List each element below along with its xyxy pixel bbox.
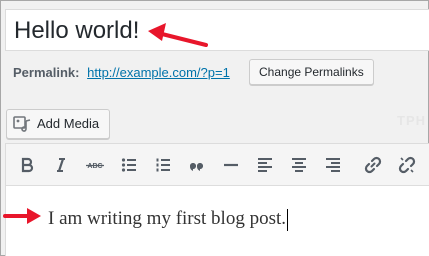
- unlink-icon: [398, 156, 416, 174]
- post-content-line: I am writing my first blog post.: [48, 208, 287, 229]
- italic-icon: [57, 158, 65, 172]
- watermark: TPH: [397, 113, 426, 128]
- post-title-input[interactable]: Hello world!: [14, 14, 139, 48]
- bold-button[interactable]: [14, 152, 40, 178]
- align-center-button[interactable]: [286, 152, 312, 178]
- strikethrough-button[interactable]: ABC: [82, 152, 108, 178]
- add-media-label: Add Media: [37, 116, 100, 131]
- content-editor[interactable]: ABC I am writing my first blog post.: [5, 143, 429, 256]
- numbered-list-button[interactable]: [150, 152, 176, 178]
- align-center-icon: [292, 158, 306, 172]
- link-icon: [364, 156, 382, 174]
- blockquote-button[interactable]: [184, 152, 210, 178]
- editor-toolbar: ABC: [6, 144, 429, 186]
- add-media-button[interactable]: Add Media: [6, 109, 111, 139]
- bulleted-list-icon: [121, 158, 136, 172]
- svg-text:ABC: ABC: [87, 163, 102, 170]
- align-left-button[interactable]: [252, 152, 278, 178]
- permalink-label: Permalink:: [13, 65, 80, 80]
- insert-link-button[interactable]: [360, 152, 386, 178]
- bulleted-list-button[interactable]: [116, 152, 142, 178]
- horizontal-line-icon: [224, 163, 238, 167]
- strikethrough-icon: ABC: [86, 163, 104, 170]
- italic-button[interactable]: [48, 152, 74, 178]
- align-right-icon: [326, 158, 340, 172]
- align-right-button[interactable]: [320, 152, 346, 178]
- align-left-icon: [258, 158, 272, 172]
- remove-link-button[interactable]: [394, 152, 420, 178]
- post-title-field[interactable]: Hello world!: [5, 9, 429, 51]
- media-icon: [13, 116, 31, 132]
- permalink-link[interactable]: http://example.com/?p=1: [87, 65, 230, 80]
- post-editor-screen: Hello world! Permalink: http://example.c…: [0, 0, 429, 256]
- post-content-text[interactable]: I am writing my first blog post.: [48, 204, 289, 234]
- bold-icon: [21, 157, 34, 173]
- text-cursor: [287, 208, 289, 231]
- horizontal-line-button[interactable]: [218, 152, 244, 178]
- numbered-list-icon: [156, 158, 170, 172]
- annotation-arrow-icon: [3, 208, 41, 224]
- blockquote-icon: [189, 163, 203, 171]
- annotation-arrow-icon: [148, 23, 208, 47]
- change-permalinks-button[interactable]: Change Permalinks: [249, 59, 374, 85]
